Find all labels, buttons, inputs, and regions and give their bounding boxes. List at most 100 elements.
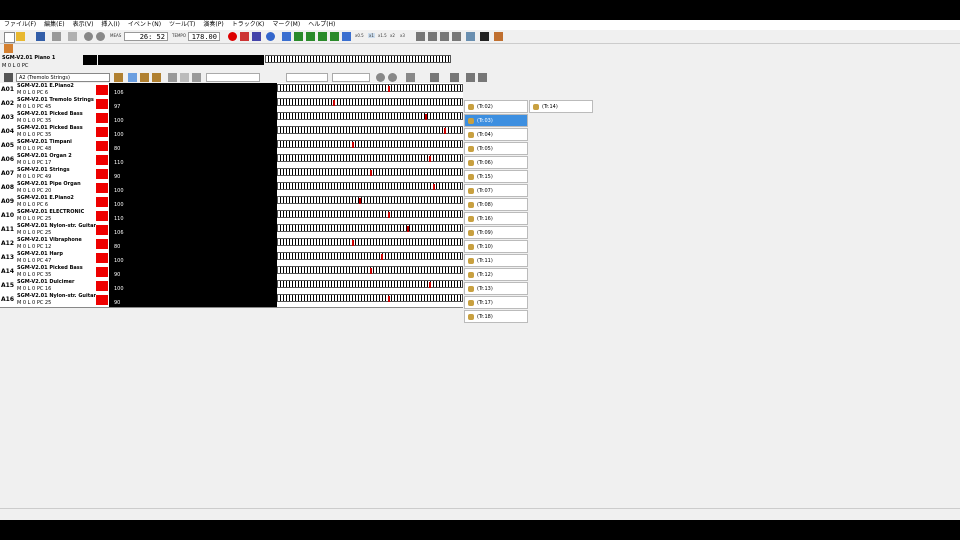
row-keyboard[interactable] (277, 84, 463, 92)
zoom-in-icon[interactable] (376, 73, 385, 82)
keyboard-icon[interactable] (4, 73, 13, 82)
speed-x1[interactable]: x1 (368, 33, 375, 38)
table-row[interactable]: A11 SGM-V2.01 Nylon-str. Guitar M 0 L 0 PC… (0, 223, 463, 238)
track-item[interactable]: (Tr.08) (464, 198, 528, 211)
track-item[interactable]: (Tr.11) (464, 254, 528, 267)
table-row[interactable]: A07 SGM-V2.01 Strings M 0 L 0 PC 49 90 (0, 167, 463, 182)
row-keyboard[interactable] (277, 294, 463, 302)
new-icon[interactable] (4, 32, 15, 43)
row-controls[interactable]: 100 (109, 125, 277, 139)
row-controls[interactable]: 80 (109, 237, 277, 251)
menu-tool[interactable]: ツール(T) (165, 20, 199, 30)
table-row[interactable]: A04 SGM-V2.01 Picked Bass M 0 L 0 PC 35 100 (0, 125, 463, 140)
row-controls[interactable]: 100 (109, 279, 277, 293)
menu-track[interactable]: トラック(K) (228, 20, 269, 30)
metronome-icon[interactable] (252, 32, 261, 41)
row-controls[interactable]: 90 (109, 293, 277, 307)
row-controls[interactable]: 106 (109, 83, 277, 97)
menu-edit[interactable]: 編集(E) (40, 20, 68, 30)
horizontal-scrollbar[interactable] (0, 508, 960, 520)
track-item[interactable]: (Tr.05) (464, 142, 528, 155)
grab-icon[interactable] (152, 73, 161, 82)
table-row[interactable]: A12 SGM-V2.01 Vibraphone M 0 L 0 PC 12 80 (0, 237, 463, 252)
row-controls[interactable]: 106 (109, 223, 277, 237)
row-controls[interactable]: 90 (109, 167, 277, 181)
track-item[interactable]: (Tr.06) (464, 156, 528, 169)
pencil-icon[interactable] (168, 73, 177, 82)
table-row[interactable]: A05 SGM-V2.01 Timpani M 0 L 0 PC 48 80 (0, 139, 463, 154)
row-keyboard[interactable] (277, 252, 463, 260)
row-controls[interactable]: 100 (109, 251, 277, 265)
track-item[interactable]: (Tr.04) (464, 128, 528, 141)
row-keyboard[interactable] (277, 140, 463, 148)
rewind-start-icon[interactable] (282, 32, 291, 41)
record-icon[interactable] (228, 32, 237, 41)
table-row[interactable]: A14 SGM-V2.01 Picked Bass M 0 L 0 PC 35 90 (0, 265, 463, 280)
quantize-select[interactable] (206, 73, 260, 82)
tool-icon[interactable] (4, 44, 13, 53)
view-grid-icon[interactable] (428, 32, 437, 41)
table-row[interactable]: A09 SGM-V2.01 E.Piano2 M 0 L 0 PC 6 100 (0, 195, 463, 210)
gate-field[interactable] (286, 73, 328, 82)
print-icon[interactable] (52, 32, 61, 41)
menu-file[interactable]: ファイル(F) (0, 20, 40, 30)
track-item[interactable]: (Tr.15) (464, 170, 528, 183)
settings-icon[interactable] (494, 32, 503, 41)
undo-icon[interactable] (84, 32, 93, 41)
loop-icon[interactable] (266, 32, 275, 41)
table-row[interactable]: A01 SGM-V2.01 E.Piano2 M 0 L 0 PC 6 106 (0, 83, 463, 98)
table-row[interactable]: A08 SGM-V2.01 Pipe Organ M 0 L 0 PC 20 100 (0, 181, 463, 196)
play-icon[interactable] (318, 32, 327, 41)
menu-view[interactable]: 表示(V) (69, 20, 98, 30)
fit-icon[interactable] (406, 73, 415, 82)
rewind-icon[interactable] (294, 32, 303, 41)
track-item[interactable]: (Tr.07) (464, 184, 528, 197)
track-item[interactable]: (Tr.10) (464, 240, 528, 253)
save-icon[interactable] (36, 32, 45, 41)
table-row[interactable]: A06 SGM-V2.01 Organ 2M 0 L 0 PC 17 110 (0, 153, 463, 168)
track-item[interactable]: (Tr.09) (464, 226, 528, 239)
extra-track[interactable]: (Tr.14) (529, 100, 593, 113)
zoom-out-icon[interactable] (388, 73, 397, 82)
hand-icon[interactable] (140, 73, 149, 82)
row-keyboard[interactable] (277, 196, 463, 204)
speed-x2[interactable]: x2 (390, 33, 395, 38)
select-icon[interactable] (192, 73, 201, 82)
track-item[interactable]: (Tr.18) (464, 310, 528, 323)
end-icon[interactable] (342, 32, 351, 41)
row-keyboard[interactable] (277, 224, 463, 232)
speed-x3[interactable]: x3 (400, 33, 405, 38)
record-mode-icon[interactable] (240, 32, 249, 41)
row-keyboard[interactable] (277, 98, 463, 106)
view-list-icon[interactable] (416, 32, 425, 41)
list-icon[interactable] (450, 73, 459, 82)
row-keyboard[interactable] (277, 266, 463, 274)
row-controls[interactable]: 100 (109, 195, 277, 209)
track-item[interactable]: (Tr.17) (464, 296, 528, 309)
table-row[interactable]: A15 SGM-V2.01 Dulcimer M 0 L 0 PC 16 100 (0, 279, 463, 294)
redo-icon[interactable] (96, 32, 105, 41)
merge-icon[interactable] (478, 73, 487, 82)
row-keyboard[interactable] (277, 210, 463, 218)
row-keyboard[interactable] (277, 238, 463, 246)
forward-icon[interactable] (330, 32, 339, 41)
folder-icon[interactable] (114, 73, 123, 82)
table-row[interactable]: A16 SGM-V2.01 Nylon-str. Guitar M 0 L 0 PC… (0, 293, 463, 308)
header-controls[interactable] (98, 55, 264, 65)
row-keyboard[interactable] (277, 168, 463, 176)
view-piano-icon[interactable] (440, 32, 449, 41)
menu-event[interactable]: イベント(N) (124, 20, 165, 30)
instrument-select[interactable]: A2 (Tremolo Strings) (16, 73, 110, 82)
clipboard-icon[interactable] (68, 32, 77, 41)
open-icon[interactable] (16, 32, 25, 41)
velocity-field[interactable] (332, 73, 370, 82)
row-controls[interactable]: 90 (109, 265, 277, 279)
pointer-icon[interactable] (128, 73, 137, 82)
table-row[interactable]: A02 SGM-V2.01 Tremolo Strings M 0 L 0 PC 4… (0, 97, 463, 112)
table-row[interactable]: A10 SGM-V2.01 ELECTRONIC M 0 L 0 PC 25 110 (0, 209, 463, 224)
triangle-icon[interactable] (430, 73, 439, 82)
row-keyboard[interactable] (277, 126, 463, 134)
menu-mark[interactable]: マーク(M) (268, 20, 304, 30)
step-back-icon[interactable] (306, 32, 315, 41)
row-controls[interactable]: 100 (109, 111, 277, 125)
